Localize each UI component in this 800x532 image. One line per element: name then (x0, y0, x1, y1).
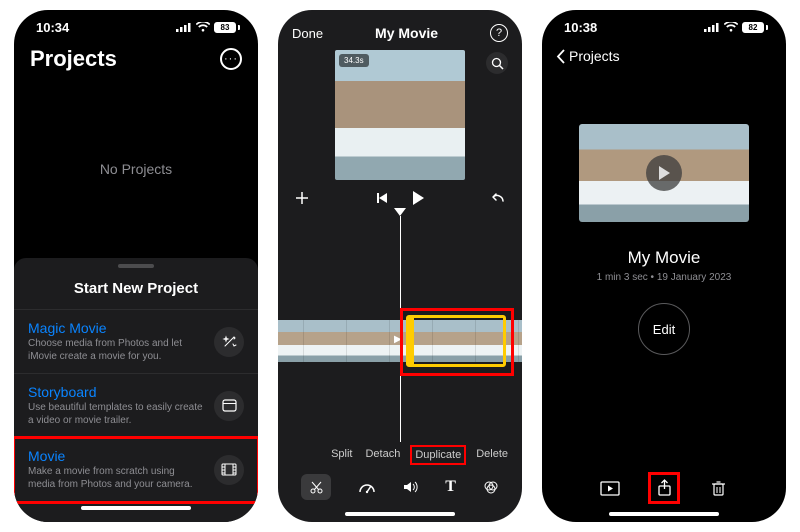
status-time: 10:34 (36, 20, 69, 35)
sheet-title: Start New Project (14, 280, 258, 310)
empty-text: No Projects (100, 161, 172, 177)
option-desc: Make a movie from scratch using media fr… (28, 466, 204, 491)
option-title: Movie (28, 448, 204, 464)
volume-tool[interactable] (403, 480, 419, 494)
play-fullscreen-button[interactable] (596, 474, 624, 502)
status-time: 10:38 (564, 20, 597, 35)
back-nav[interactable]: Projects (542, 44, 786, 74)
editor-toolbar: T (278, 464, 522, 508)
screen-editor: Done My Movie ? 34.3s (278, 10, 522, 522)
trash-button[interactable] (704, 474, 732, 502)
option-title: Storyboard (28, 384, 204, 400)
status-right: 83 (176, 22, 240, 33)
add-media-button[interactable] (294, 190, 310, 206)
projects-header: Projects ··· (14, 44, 258, 80)
detach-action[interactable]: Detach (365, 448, 400, 462)
status-bar (278, 10, 522, 20)
status-right: 82 (704, 22, 768, 33)
duration-badge: 34.3s (339, 54, 369, 67)
page-title: Projects (30, 46, 117, 72)
done-button[interactable]: Done (292, 26, 323, 41)
home-indicator[interactable] (609, 512, 719, 516)
wifi-icon (196, 22, 210, 32)
movie-preview[interactable] (579, 124, 749, 222)
filters-tool[interactable] (483, 480, 499, 494)
text-tool[interactable]: T (445, 478, 456, 496)
option-desc: Use beautiful templates to easily create… (28, 402, 204, 427)
status-bar: 10:34 83 (14, 10, 258, 44)
edit-button[interactable]: Edit (638, 303, 690, 355)
help-button[interactable]: ? (490, 24, 508, 42)
option-magic-movie[interactable]: Magic Movie Choose media from Photos and… (14, 310, 258, 374)
speed-tool[interactable] (358, 480, 376, 494)
play-button[interactable] (411, 190, 425, 206)
movie-title: My Movie (628, 248, 701, 268)
battery-icon: 82 (742, 22, 768, 33)
delete-action[interactable]: Delete (476, 448, 508, 462)
split-action[interactable]: Split (331, 448, 352, 462)
project-detail: My Movie 1 min 3 sec • 19 January 2023 E… (542, 74, 786, 462)
option-desc: Choose media from Photos and let iMovie … (28, 338, 204, 363)
screen-projects: 10:34 83 Projects ··· No Projects Start … (14, 10, 258, 522)
back-label: Projects (569, 48, 620, 64)
timeline[interactable]: ▶ (278, 208, 522, 442)
option-title: Magic Movie (28, 320, 204, 336)
wand-icon (214, 327, 244, 357)
clip-actions-bar: Split Detach Duplicate Delete (278, 442, 522, 464)
wifi-icon (724, 22, 738, 32)
status-bar: 10:38 82 (542, 10, 786, 44)
preview-area: 34.3s (278, 48, 522, 186)
scissors-tool[interactable] (301, 474, 331, 500)
option-movie[interactable]: Movie Make a movie from scratch using me… (14, 438, 258, 502)
home-indicator[interactable] (81, 506, 191, 510)
battery-icon: 83 (214, 22, 240, 33)
share-button[interactable] (650, 474, 678, 502)
storyboard-icon (214, 391, 244, 421)
play-overlay-icon (646, 155, 682, 191)
bottom-actions (542, 462, 786, 508)
undo-button[interactable] (490, 191, 506, 205)
duplicate-action[interactable]: Duplicate (413, 448, 463, 462)
option-storyboard[interactable]: Storyboard Use beautiful templates to ea… (14, 374, 258, 438)
film-icon (214, 455, 244, 485)
signal-icon (704, 22, 720, 32)
more-button[interactable]: ··· (220, 48, 242, 70)
sheet-handle[interactable] (118, 264, 154, 268)
highlight-selected-clip (400, 308, 514, 376)
movie-meta: 1 min 3 sec • 19 January 2023 (597, 272, 732, 283)
signal-icon (176, 22, 192, 32)
projects-empty-state: No Projects (14, 80, 258, 258)
home-indicator[interactable] (345, 512, 455, 516)
skip-start-button[interactable] (375, 191, 389, 205)
chevron-left-icon (556, 49, 565, 64)
editor-header: Done My Movie ? (278, 20, 522, 48)
new-project-sheet: Start New Project Magic Movie Choose med… (14, 258, 258, 522)
screen-detail: 10:38 82 Projects My Movie 1 min 3 sec •… (542, 10, 786, 522)
movie-title: My Movie (375, 25, 438, 41)
playback-bar (278, 186, 522, 208)
preview-thumbnail[interactable]: 34.3s (335, 50, 465, 180)
zoom-button[interactable] (486, 52, 508, 74)
